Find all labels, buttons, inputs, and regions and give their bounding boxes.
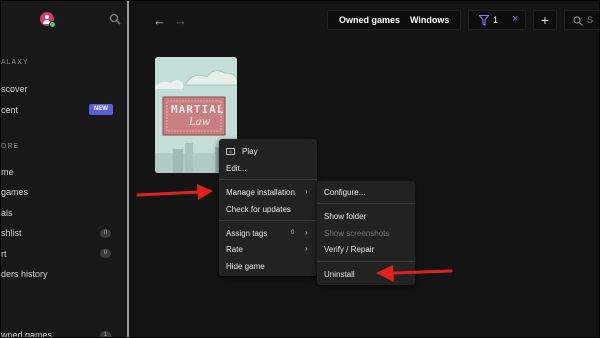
- arrow-to-manage-installation-icon: [136, 184, 213, 200]
- app-window: ALAXY scover cent NEW ORE me games als s…: [0, 0, 600, 338]
- annotation-arrows: [136, 184, 453, 282]
- arrow-to-uninstall-icon: [376, 265, 453, 282]
